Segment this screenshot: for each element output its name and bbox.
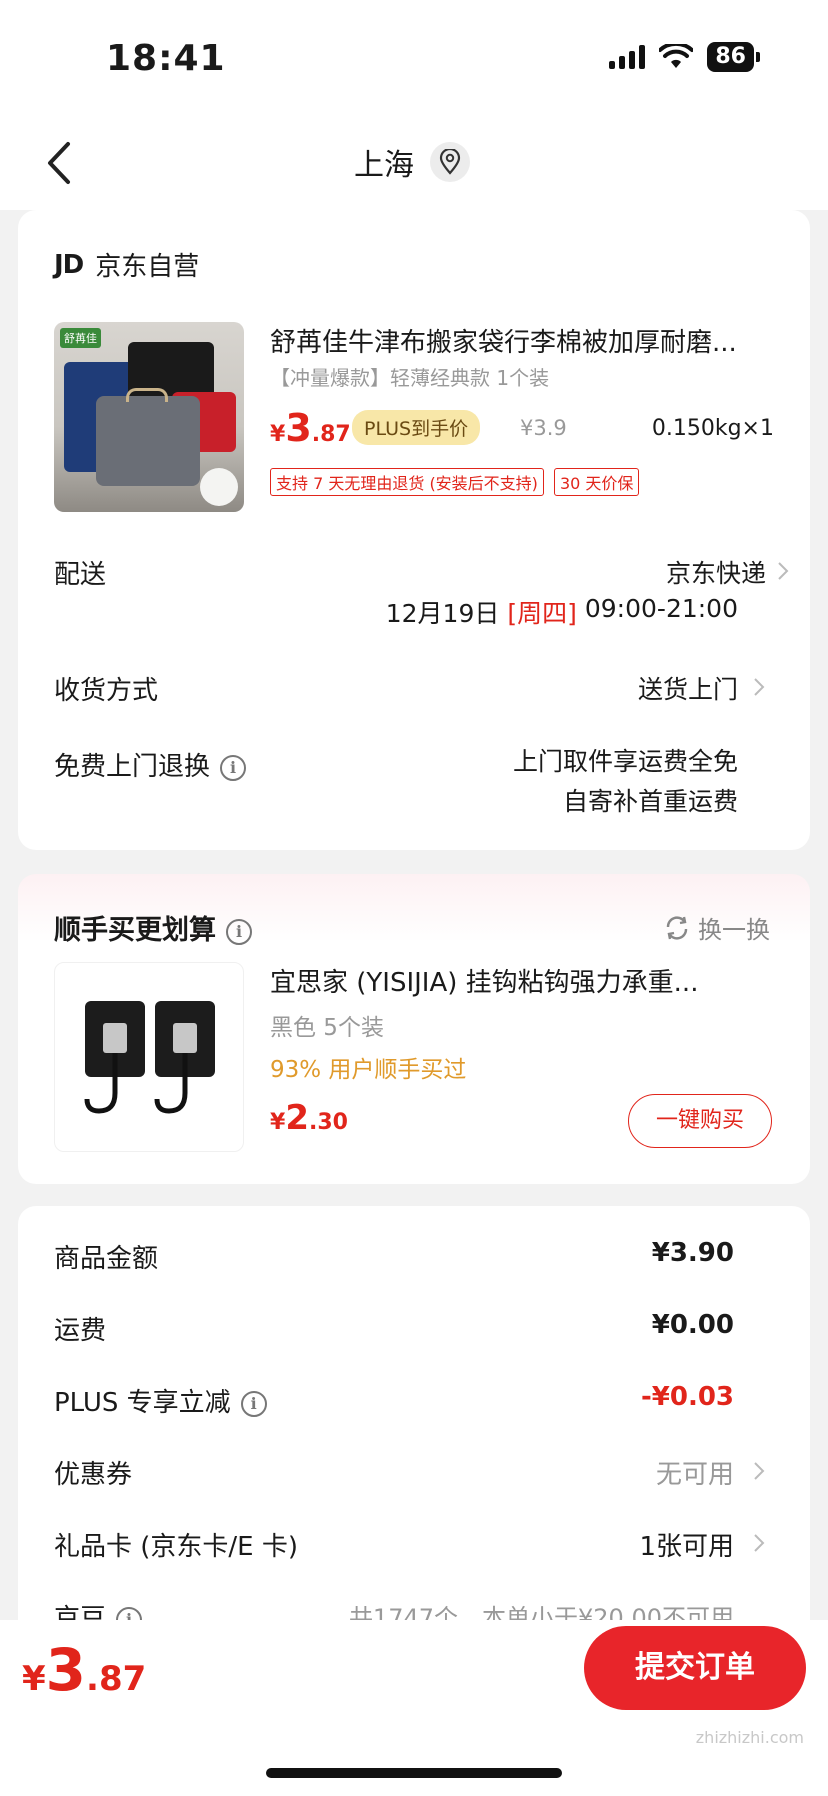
product-brand-tag: 舒苒佳 [60,328,101,348]
summary-card: 商品金额 ¥3.90 运费 ¥0.00 PLUS 专享立减 i -¥0.03 优惠… [18,1206,810,1646]
addon-info-icon[interactable]: i [226,918,252,945]
free-return-line1: 上门取件享运费全免 [512,747,738,776]
info-icon[interactable]: i [220,754,247,781]
delivery-window: 09:00-21:00 [584,594,738,623]
coupon-value[interactable]: 无可用 [656,1454,734,1491]
plus-discount-label: PLUS 专享立减 [54,1388,231,1418]
free-return-desc: 上门取件享运费全免 自寄补首重运费 [513,742,738,822]
addon-spec: 黑色 5个装 [270,1015,384,1041]
addon-card: 顺手买更划算 i 换一换 宜思家 (YISIJIA) 挂钩粘钩强力承重... 黑色… [18,874,810,1184]
status-icons: 86 [609,42,760,72]
battery-icon: 86 [707,42,760,72]
page-title: 上海 [354,148,414,183]
home-indicator[interactable] [266,1768,562,1778]
addon-bought: 93% 用户顺手买过 [270,1057,467,1083]
gift-card-chevron-icon[interactable] [752,1532,766,1554]
refresh-icon [666,916,688,939]
addon-price-decimal: .30 [308,1110,348,1135]
addon-name[interactable]: 宜思家 (YISIJIA) 挂钩粘钩强力承重... [270,962,780,999]
weight-quantity: 0.150kg×1 [651,416,774,441]
gift-card-value[interactable]: 1张可用 [639,1526,734,1563]
store-header: JD 京东自营 [54,246,199,283]
coupon-label: 优惠券 [54,1460,133,1490]
delivery-chevron-icon[interactable] [776,560,790,582]
plus-discount-row: PLUS 专享立减 i [54,1382,267,1419]
location-pin-icon[interactable] [430,142,470,182]
delivery-carrier: 京东快递 [665,559,766,588]
product-image[interactable]: 舒苒佳 [54,322,244,512]
product-spec: 【冲量爆款】轻薄经典款 1个装 [270,366,550,390]
free-return-row: 免费上门退换 i [54,746,247,783]
goods-amount-label: 商品金额 [54,1244,159,1274]
checkout-bar: ¥ 3 .87 提交订单 zhizhizhi.com [0,1620,828,1796]
shipping-value: ¥0.00 [651,1310,734,1340]
wifi-icon [659,44,694,68]
return-tag: 支持 7 天无理由退货 (安装后不支持) [270,468,544,496]
addon-header: 顺手买更划算 i [54,908,252,947]
original-price: ¥3.9 [520,416,567,440]
plus-info-icon[interactable]: i [240,1390,267,1417]
addon-title: 顺手买更划算 [54,915,216,946]
receive-label: 收货方式 [54,676,159,706]
price-symbol: ¥ [270,422,286,447]
one-click-buy-button[interactable]: 一键购买 [628,1094,772,1148]
watermark: zhizhizhi.com [695,1728,804,1747]
free-return-line2: 自寄补首重运费 [562,787,738,816]
price-integer: 3 [285,406,312,450]
status-time: 18:41 [106,38,226,79]
goods-amount-value: ¥3.90 [651,1238,734,1268]
receive-value[interactable]: 送货上门 [638,670,738,706]
delivery-weekday: [周四] [507,599,577,628]
plus-price-badge: PLUS到手价 [352,410,481,445]
gift-card-label: 礼品卡 (京东卡/E 卡) [54,1532,299,1562]
delivery-row[interactable]: 京东快递 [666,554,766,590]
location-selector[interactable]: 上海 [354,140,470,184]
addon-price: ¥ 2 .30 [270,1098,348,1138]
back-arrow-icon[interactable] [40,138,80,188]
refresh-button[interactable]: 换一换 [664,910,770,945]
plus-discount-value: -¥0.03 [640,1382,734,1412]
free-return-label: 免费上门退换 [54,752,211,782]
total-price: ¥ 3 .87 [22,1636,146,1704]
status-bar: 18:41 86 [0,0,828,120]
submit-order-button[interactable]: 提交订单 [584,1626,806,1710]
receive-chevron-icon[interactable] [752,676,766,698]
battery-level: 86 [707,42,754,72]
refresh-label: 换一换 [698,916,770,944]
total-price-integer: 3 [45,1636,87,1704]
service-tags: 支持 7 天无理由退货 (安装后不支持) 30 天价保 [270,468,640,496]
order-card: JD 京东自营 舒苒佳 舒苒佳牛津布搬家袋行李棉被加厚耐磨... 【冲量爆款】轻… [18,210,810,850]
store-name: 京东自营 [95,252,200,282]
delivery-date: 12月19日 [385,599,500,628]
product-price: ¥ 3 .87 [270,406,351,450]
addon-price-integer: 2 [285,1098,309,1138]
price-protect-tag: 30 天价保 [553,468,640,496]
addon-price-symbol: ¥ [270,1110,286,1135]
jd-logo: JD [54,249,84,280]
shipping-label: 运费 [54,1316,107,1346]
delivery-label: 配送 [54,560,107,590]
price-decimal: .87 [311,422,351,447]
signal-icon [609,45,646,69]
delivery-time[interactable]: 12月19日 [周四] 09:00-21:00 [386,594,738,630]
total-price-symbol: ¥ [22,1659,46,1699]
coupon-chevron-icon[interactable] [752,1460,766,1482]
nav-bar: 上海 [0,120,828,210]
total-price-decimal: .87 [86,1659,147,1699]
product-title[interactable]: 舒苒佳牛津布搬家袋行李棉被加厚耐磨... [270,322,790,359]
addon-image[interactable] [54,962,244,1152]
